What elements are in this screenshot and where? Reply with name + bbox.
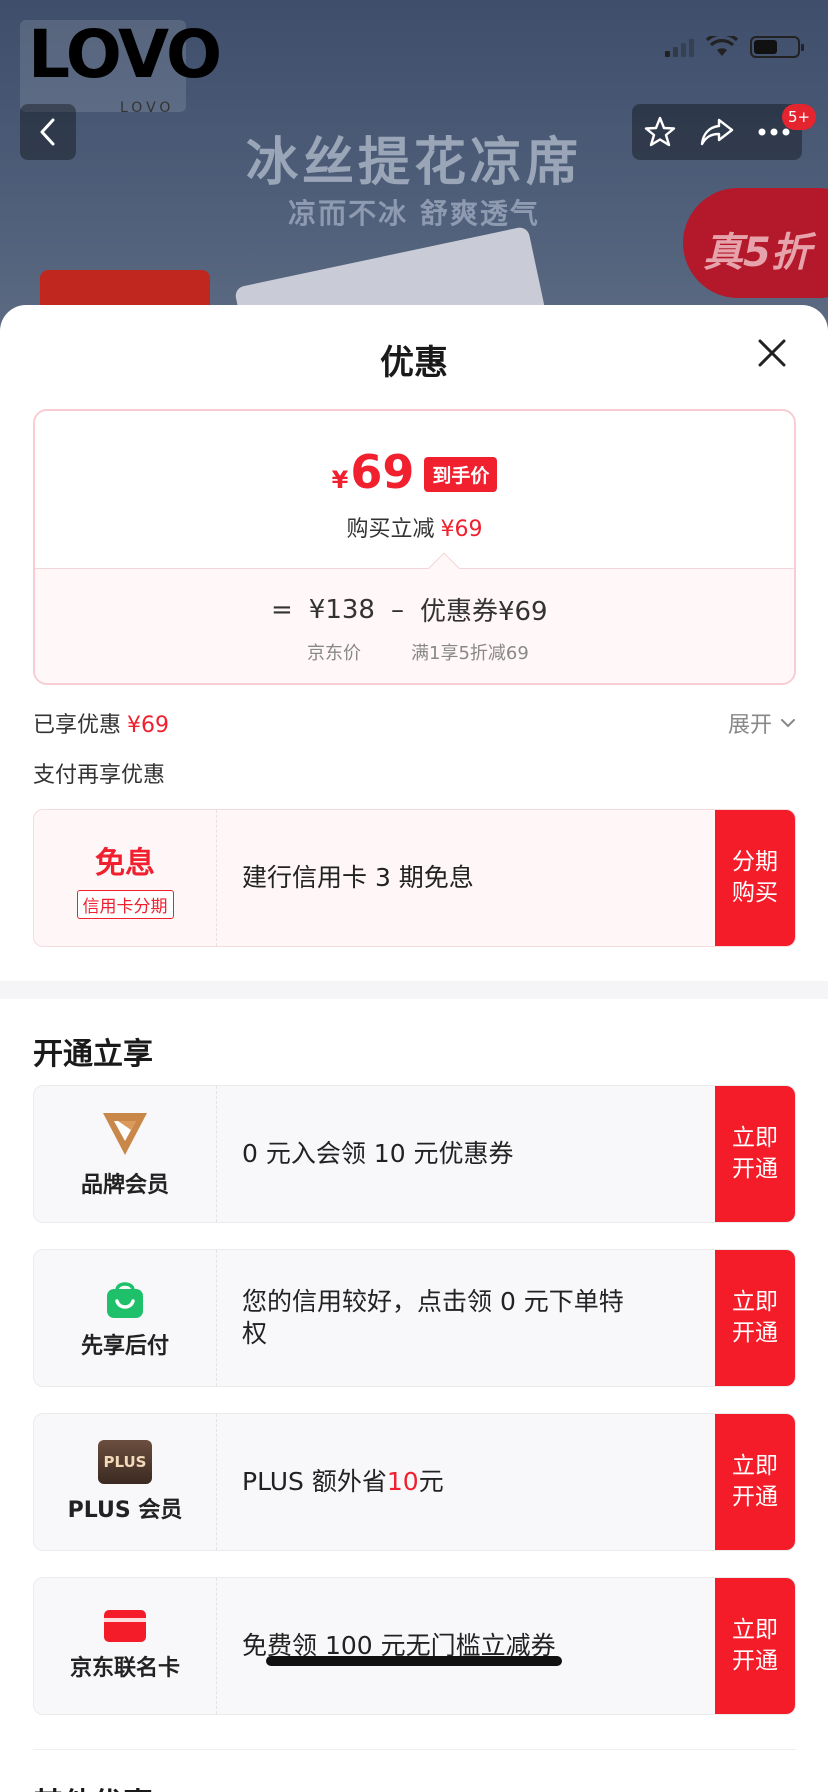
jd-price-label: 京东价 <box>307 643 361 664</box>
price-card: ¥69 到手价 购买立减 ¥69 = ¥138 – 优惠券¥69 京东价 满1享5… <box>33 409 796 685</box>
plus-badge-icon: PLUS <box>98 1440 152 1484</box>
instant-reduction: 购买立减 ¥69 <box>346 517 483 542</box>
plus-member-open-button[interactable]: 立即开通 <box>715 1414 795 1550</box>
price-formula: = ¥138 – 优惠券¥69 京东价 满1享5折减69 <box>35 569 794 683</box>
coupon-amount: 优惠券¥69 <box>419 597 548 627</box>
minus-sign: – <box>390 594 404 625</box>
coupon-description: 满1享5折减69 <box>411 643 529 664</box>
final-price-tag: 到手价 <box>424 457 498 492</box>
plus-member-description: PLUS 额外省 10 元 <box>242 1466 444 1496</box>
expand-button[interactable]: 展开 <box>728 707 796 739</box>
open-section-title: 开通立享 <box>33 1037 153 1072</box>
share-icon[interactable] <box>699 116 735 148</box>
brand-member-icon <box>103 1113 147 1155</box>
other-offers-title: 其他优惠 <box>33 1779 153 1792</box>
more-icon[interactable] <box>757 127 791 137</box>
final-price: ¥69 <box>331 445 415 499</box>
brand-member-description: 0 元入会领 10 元优惠券 <box>242 1138 514 1168</box>
free-interest-label: 免息 <box>95 845 155 881</box>
pay-later-label: 先享后付 <box>80 1334 169 1359</box>
shopping-bag-icon <box>107 1282 143 1318</box>
brand-member-offer: 品牌会员 0 元入会领 10 元优惠券 立即开通 <box>33 1085 796 1223</box>
jd-card-open-button[interactable]: 立即开通 <box>715 1578 795 1714</box>
wifi-icon <box>706 36 738 56</box>
brand-member-open-button[interactable]: 立即开通 <box>715 1086 795 1222</box>
home-indicator[interactable] <box>266 1656 562 1666</box>
top-action-group <box>632 104 802 160</box>
enjoyed-discount: 已享优惠 ¥69 <box>33 713 170 738</box>
installment-buy-button[interactable]: 分期购买 <box>715 810 795 946</box>
jd-price: ¥138 <box>308 594 375 625</box>
back-button[interactable] <box>20 104 76 160</box>
signal-icon <box>665 37 694 57</box>
chevron-left-icon <box>40 118 55 146</box>
notification-badge: 5+ <box>782 104 816 130</box>
pay-later-offer: 先享后付 您的信用较好，点击领 0 元下单特权 立即开通 <box>33 1249 796 1387</box>
jd-card-description: 免费领 100 元无门槛立减券 <box>242 1630 556 1660</box>
logo-small-text: LOVO <box>120 100 175 116</box>
installment-description: 建行信用卡 3 期免息 <box>242 862 474 892</box>
credit-card-icon <box>104 1610 146 1642</box>
plus-member-label: PLUS 会员 <box>67 1498 183 1523</box>
price-summary: ¥69 到手价 购买立减 ¥69 <box>35 411 794 569</box>
discount-sheet: 优惠 ¥69 到手价 购买立减 ¥69 = ¥138 – 优惠券¥69 京东价 满… <box>0 305 828 1792</box>
star-icon[interactable] <box>643 115 677 149</box>
logo-text: LOVO <box>28 16 222 93</box>
jd-card-label: 京东联名卡 <box>69 1656 180 1681</box>
banner-deal-badge: 真5折 <box>683 188 828 298</box>
section-divider <box>0 981 828 999</box>
close-icon[interactable] <box>754 335 790 371</box>
section-divider-line <box>33 1749 796 1750</box>
credit-card-installment-tag: 信用卡分期 <box>76 889 174 919</box>
status-bar-icons <box>665 36 804 58</box>
jd-card-offer: 京东联名卡 免费领 100 元无门槛立减券 立即开通 <box>33 1577 796 1715</box>
brand-member-label: 品牌会员 <box>80 1173 169 1198</box>
sheet-title: 优惠 <box>380 343 448 383</box>
plus-member-offer: PLUS PLUS 会员 PLUS 额外省 10 元 立即开通 <box>33 1413 796 1551</box>
equals-sign: = <box>271 594 293 625</box>
pay-later-description: 您的信用较好，点击领 0 元下单特权 <box>242 1286 624 1349</box>
installment-offer: 免息 信用卡分期 建行信用卡 3 期免息 分期购买 <box>33 809 796 947</box>
pay-later-open-button[interactable]: 立即开通 <box>715 1250 795 1386</box>
pay-more-label: 支付再享优惠 <box>33 763 166 788</box>
chevron-down-icon <box>781 719 795 728</box>
battery-icon <box>750 36 804 58</box>
